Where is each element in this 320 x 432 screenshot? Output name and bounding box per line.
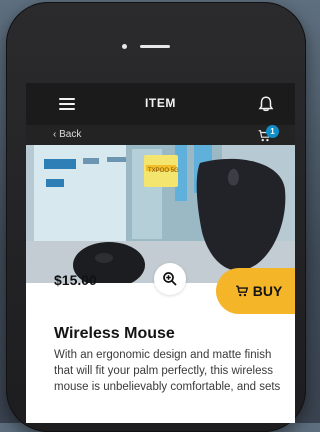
price-text: $15.00	[54, 272, 97, 288]
cart-button[interactable]: 1	[257, 125, 279, 144]
product-title: Wireless Mouse	[54, 325, 175, 342]
camera-dot	[122, 44, 127, 49]
zoom-in-icon	[163, 272, 177, 286]
cart-count-badge: 1	[266, 125, 279, 138]
bell-icon[interactable]	[257, 95, 275, 113]
speaker-slot	[140, 45, 170, 48]
buy-cart-icon	[235, 285, 248, 297]
subheader-bar: ‹ Back 1	[26, 125, 295, 145]
product-description: With an ergonomic design and matte finis…	[54, 349, 281, 393]
phone-frame: ITEM ‹ Back 1 TXPOO 5G $15.00 BUY Wirele…	[6, 2, 306, 432]
top-nav-bar: ITEM	[26, 83, 295, 125]
back-link[interactable]: ‹ Back	[53, 129, 81, 140]
svg-text:TXPOO 5G: TXPOO 5G	[148, 168, 179, 174]
buy-button[interactable]: BUY	[216, 268, 295, 314]
buy-label: BUY	[252, 283, 283, 299]
app-screen: ITEM ‹ Back 1 TXPOO 5G $15.00 BUY Wirele…	[26, 83, 295, 423]
page-title: ITEM	[144, 96, 177, 110]
zoom-button[interactable]	[154, 263, 186, 295]
